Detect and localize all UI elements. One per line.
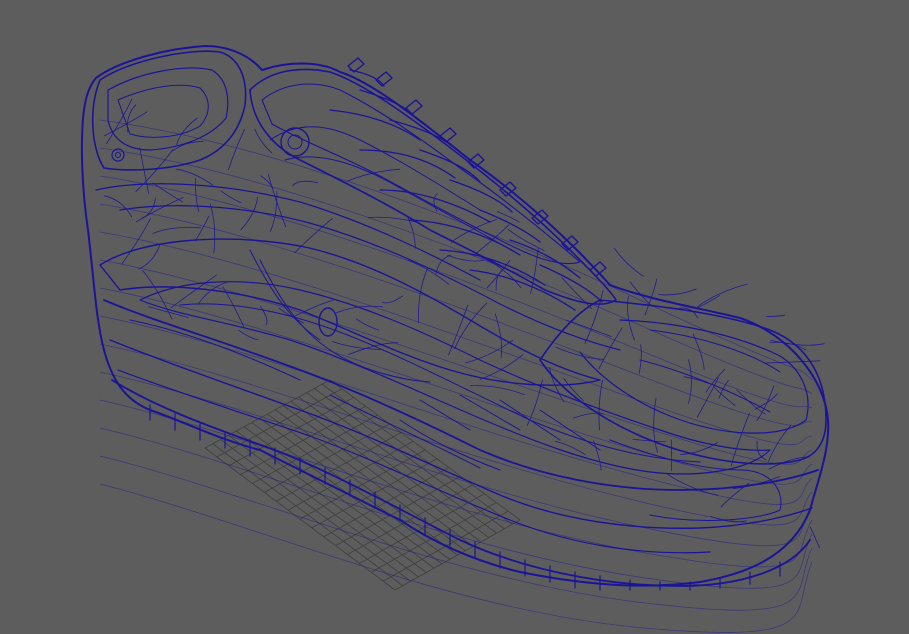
3d-viewport[interactable] <box>0 0 909 634</box>
outsole <box>111 379 811 587</box>
side-swoosh-panel <box>99 238 601 386</box>
shoe-tongue <box>249 68 617 305</box>
laces <box>329 69 603 311</box>
viewport-canvas[interactable] <box>0 0 909 634</box>
heel-collar <box>91 50 247 171</box>
midsole <box>103 299 819 491</box>
lace-eyelets <box>347 57 607 277</box>
collar-eyelet <box>280 127 310 157</box>
shoe-wireframe-model[interactable] <box>80 45 830 591</box>
